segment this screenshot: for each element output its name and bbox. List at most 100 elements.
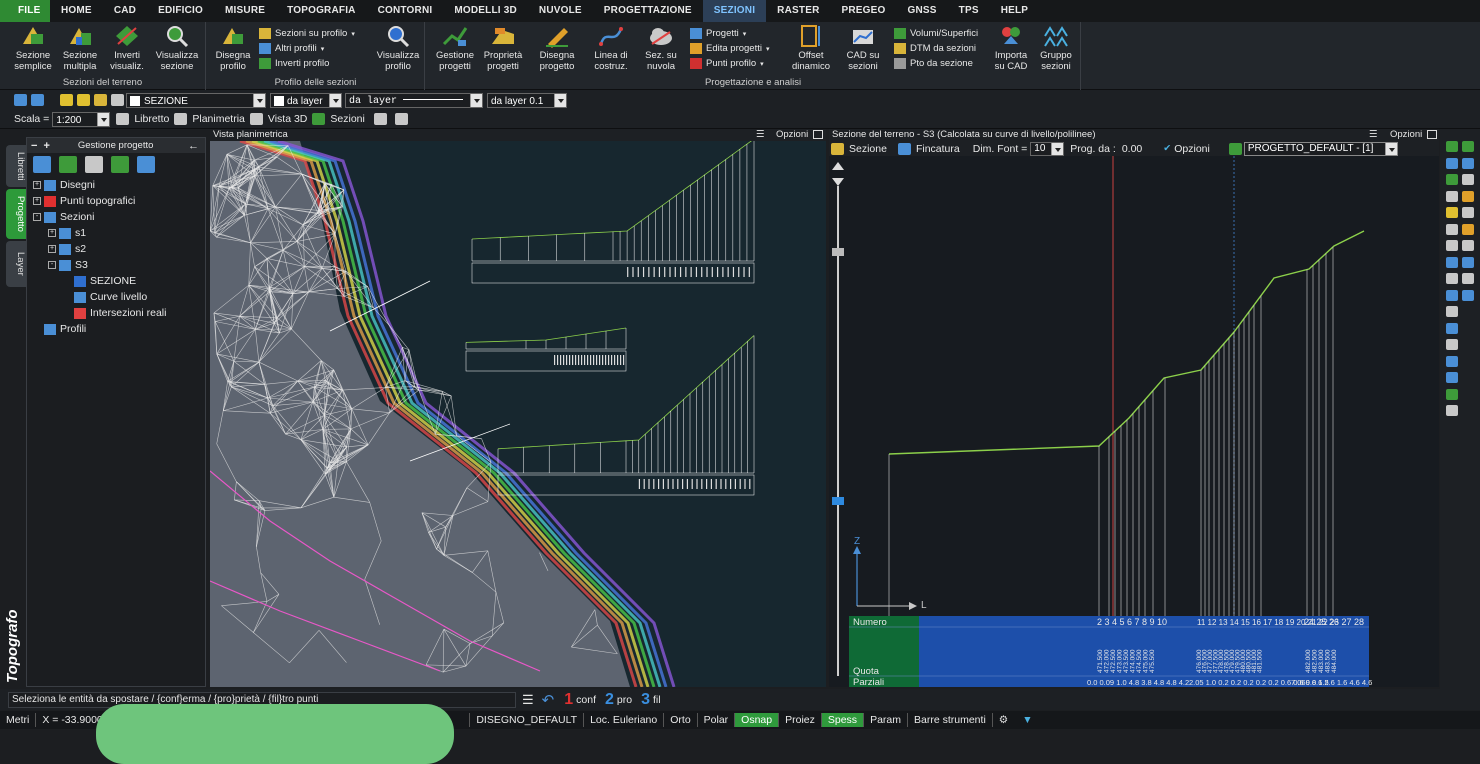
orto-toggle[interactable]: Orto [664,713,697,727]
menu-contorni[interactable]: CONTORNI [367,0,444,22]
tree-item[interactable]: SEZIONE [27,273,205,289]
menu-raster[interactable]: RASTER [766,0,830,22]
tree-item[interactable]: +s2 [27,241,205,257]
tool-icon[interactable] [1446,224,1458,235]
sezione-semplice-button[interactable]: Sezionesemplice [10,24,56,72]
tile-vertical-icon[interactable] [374,113,387,125]
disegna-progetto-button[interactable]: Disegnaprogetto [534,24,580,72]
tool-icon[interactable] [1446,273,1458,284]
linetype-select[interactable]: da layer [345,93,483,108]
tool-icon[interactable] [1462,240,1474,251]
arrow-up-icon[interactable] [832,162,844,170]
expand-icon[interactable]: + [43,140,49,152]
tool-icon[interactable] [1462,290,1474,301]
layer-select[interactable]: SEZIONE [126,93,266,108]
lock-icon[interactable] [94,94,107,106]
menu-cad[interactable]: CAD [103,0,147,22]
tool-icon[interactable] [1446,141,1458,152]
scale-select[interactable]: 1:200 [52,112,110,127]
menu-edificio[interactable]: EDIFICIO [147,0,214,22]
punti-profilo-button[interactable]: Punti profilo▾ [690,56,764,71]
refresh-map-icon[interactable] [111,156,129,173]
menu-icon[interactable]: ☰ [1369,129,1378,140]
progetti-button[interactable]: Progetti▾ [690,26,746,41]
proiez-toggle[interactable]: Proiez [779,713,822,727]
menu-nuvole[interactable]: NUVOLE [528,0,593,22]
sezioni-su-profilo-button[interactable]: Sezioni su profilo▾ [259,26,355,41]
expander-icon[interactable]: + [33,181,41,189]
expander-icon[interactable] [63,293,71,301]
sun-icon[interactable] [77,94,90,106]
importa-su-cad-button[interactable]: Importasu CAD [988,24,1034,72]
expander-icon[interactable] [63,277,71,285]
tool-icon[interactable] [1446,405,1458,416]
tool-icon[interactable] [1462,224,1474,235]
dtm-da-sezioni-button[interactable]: DTM da sezioni [894,41,976,56]
tool-icon[interactable] [1446,240,1458,251]
undo-icon[interactable]: ↶ [542,691,555,709]
tree-item[interactable]: +s1 [27,225,205,241]
dimfont-select[interactable]: 10 [1030,142,1064,156]
tool-icon[interactable] [1446,323,1458,334]
option-conf[interactable]: conf [576,694,596,706]
collapse-icon[interactable]: − [31,140,37,152]
menu-gnss[interactable]: GNSS [897,0,948,22]
menu-file[interactable]: FILE [0,0,50,22]
gestione-progetti-button[interactable]: Gestioneprogetti [432,24,478,72]
expander-icon[interactable] [33,325,41,333]
tree-item[interactable]: Intersezioni reali [27,305,205,321]
sync-icon[interactable] [137,156,155,173]
tool-icon[interactable] [1446,257,1458,268]
loc-status[interactable]: Loc. Euleriano [584,713,664,727]
project-select[interactable]: PROGETTO_DEFAULT - [1] [1244,142,1398,156]
sez-su-nuvola-button[interactable]: Sez. sunuvola [638,24,684,72]
tool-icon[interactable] [1446,207,1458,218]
section-options-button[interactable]: Opzioni [1390,129,1422,140]
param-toggle[interactable]: Param [864,713,908,727]
linea-costruz-button[interactable]: Linea dicostruz. [588,24,634,72]
expander-icon[interactable]: - [48,261,56,269]
plan-options-button[interactable]: Opzioni [776,129,808,140]
tree-item[interactable]: -Sezioni [27,209,205,225]
slider-thumb-active[interactable] [832,497,844,505]
list-icon[interactable]: ☰ [522,692,534,708]
expander-icon[interactable]: + [33,197,41,205]
barre-strumenti-button[interactable]: Barre strumenti [908,713,993,727]
menu-modelli-3d[interactable]: MODELLI 3D [443,0,528,22]
sezione-menu[interactable]: Sezione [849,143,887,155]
visualizza-sezione-button[interactable]: Visualizzasezione [152,24,202,72]
maximize-icon[interactable] [813,130,823,139]
prog-input[interactable]: 0.00 [1122,143,1142,155]
tree-item[interactable]: Profili [27,321,205,337]
expander-icon[interactable]: + [48,229,56,237]
tool-icon[interactable] [1462,158,1474,169]
menu-tps[interactable]: TPS [948,0,990,22]
tool-icon[interactable] [1446,356,1458,367]
tool-icon[interactable] [1462,174,1474,185]
libretto-button[interactable]: Libretto [134,113,169,125]
section-opzioni-menu[interactable]: Opzioni [1174,143,1210,155]
menu-icon[interactable]: ☰ [756,129,765,140]
tool-icon[interactable] [1446,339,1458,350]
spess-toggle[interactable]: Spess [822,713,864,727]
pin-left-arrow-icon[interactable]: ← [188,140,199,152]
tree-item[interactable]: +Punti topografici [27,193,205,209]
gruppo-sezioni-button[interactable]: Grupposezioni [1033,24,1079,72]
lineweight-select[interactable]: da layer 0.1 [487,93,567,108]
tree-item[interactable]: +Disegni [27,177,205,193]
tool-icon[interactable] [1446,191,1458,202]
sezioni-button[interactable]: Sezioni [330,113,364,125]
color-select[interactable]: da layer [270,93,342,108]
pto-da-sezione-button[interactable]: Pto da sezione [894,56,973,71]
menu-misure[interactable]: MISURE [214,0,276,22]
layers-icon[interactable] [14,94,27,106]
filter-icon[interactable]: ▼ [1022,714,1032,726]
proprieta-progetti-button[interactable]: Proprietàprogetti [480,24,526,72]
tool-icon[interactable] [1446,290,1458,301]
planimetria-button[interactable]: Planimetria [192,113,245,125]
tile-horizontal-icon[interactable] [395,113,408,125]
search-icon[interactable] [85,156,103,173]
tool-icon[interactable] [1462,257,1474,268]
fincatura-menu[interactable]: Fincatura [916,143,960,155]
tab-progetto[interactable]: Progetto [6,189,26,239]
